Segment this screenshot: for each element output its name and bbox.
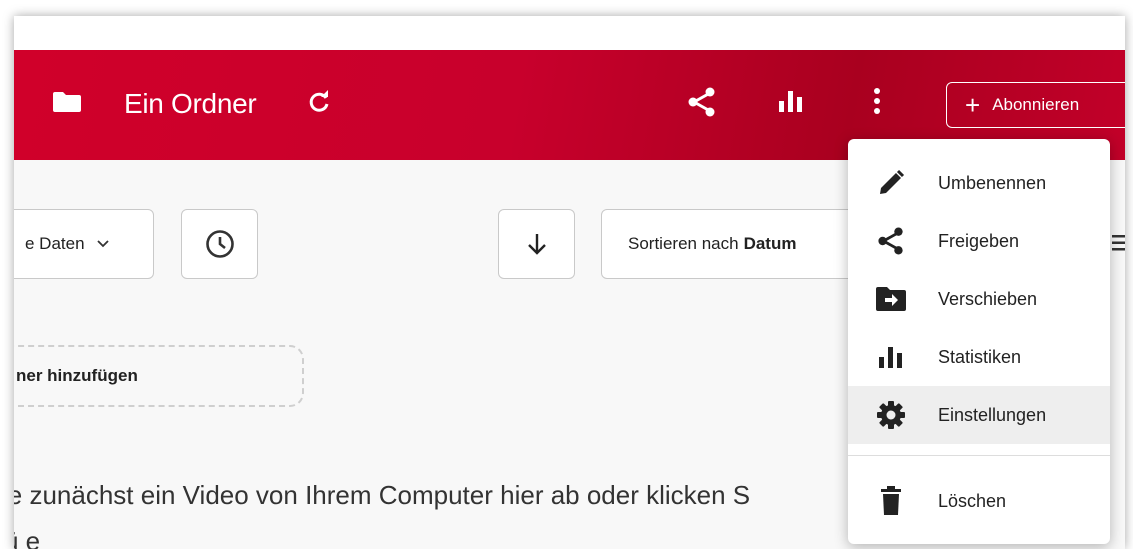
chevron-down-icon — [96, 240, 109, 248]
folder-context-menu: Umbenennen Freigeben Verschieben Statist… — [848, 139, 1110, 544]
page-title: Ein Ordner — [124, 88, 257, 119]
subscribe-button[interactable]: + Abonnieren — [946, 82, 1125, 128]
menu-item-label: Umbenennen — [938, 172, 1047, 193]
pencil-icon — [874, 168, 908, 198]
menu-item-label: Verschieben — [938, 288, 1038, 309]
refresh-icon[interactable] — [307, 90, 331, 114]
menu-item-label: Einstellungen — [938, 404, 1047, 425]
share-icon — [874, 226, 908, 256]
sort-dropdown[interactable]: Sortieren nach Datum — [601, 209, 861, 279]
add-container-label: ner hinzufügen — [16, 366, 138, 385]
sort-value: Datum — [743, 234, 797, 253]
empty-state-hint-continued: ü e — [14, 526, 41, 549]
list-view-icon[interactable] — [1110, 232, 1125, 254]
app-window: Ein Ordner + Abonnieren e Daten Sortiere… — [14, 16, 1125, 549]
menu-item-share[interactable]: Freigeben — [848, 212, 1110, 270]
sort-prefix: Sortieren nach — [628, 234, 739, 253]
kebab-menu-icon[interactable] — [872, 87, 882, 115]
data-filter-label: e Daten — [25, 234, 85, 253]
clock-icon — [205, 230, 234, 258]
arrow-down-icon — [527, 234, 546, 255]
menu-item-label: Freigeben — [938, 230, 1020, 251]
menu-divider — [848, 455, 1110, 456]
plus-icon: + — [965, 90, 981, 120]
menu-item-label: Statistiken — [938, 346, 1022, 367]
menu-item-delete[interactable]: Löschen — [848, 472, 1110, 530]
menu-item-rename[interactable]: Umbenennen — [848, 154, 1110, 212]
trash-icon — [874, 486, 908, 516]
folder-icon — [53, 92, 81, 112]
top-strip — [14, 16, 1125, 50]
bar-chart-icon[interactable] — [778, 89, 804, 113]
empty-state-hint: ie zunächst ein Video von Ihrem Computer… — [14, 480, 751, 510]
data-filter-dropdown[interactable]: e Daten — [14, 209, 154, 279]
time-filter-button[interactable] — [181, 209, 258, 279]
sort-direction-button[interactable] — [498, 209, 575, 279]
add-container-button[interactable]: ner hinzufügen — [14, 345, 304, 407]
bar-chart-icon — [874, 342, 908, 372]
menu-item-move[interactable]: Verschieben — [848, 270, 1110, 328]
share-icon[interactable] — [686, 87, 718, 117]
move-folder-icon — [874, 284, 908, 314]
gear-icon — [874, 400, 908, 430]
menu-item-label: Löschen — [938, 490, 1007, 511]
menu-item-statistics[interactable]: Statistiken — [848, 328, 1110, 386]
menu-item-settings[interactable]: Einstellungen — [848, 386, 1110, 444]
subscribe-label: Abonnieren — [992, 95, 1080, 114]
screenshot-frame: Ein Ordner + Abonnieren e Daten Sortiere… — [0, 0, 1133, 549]
